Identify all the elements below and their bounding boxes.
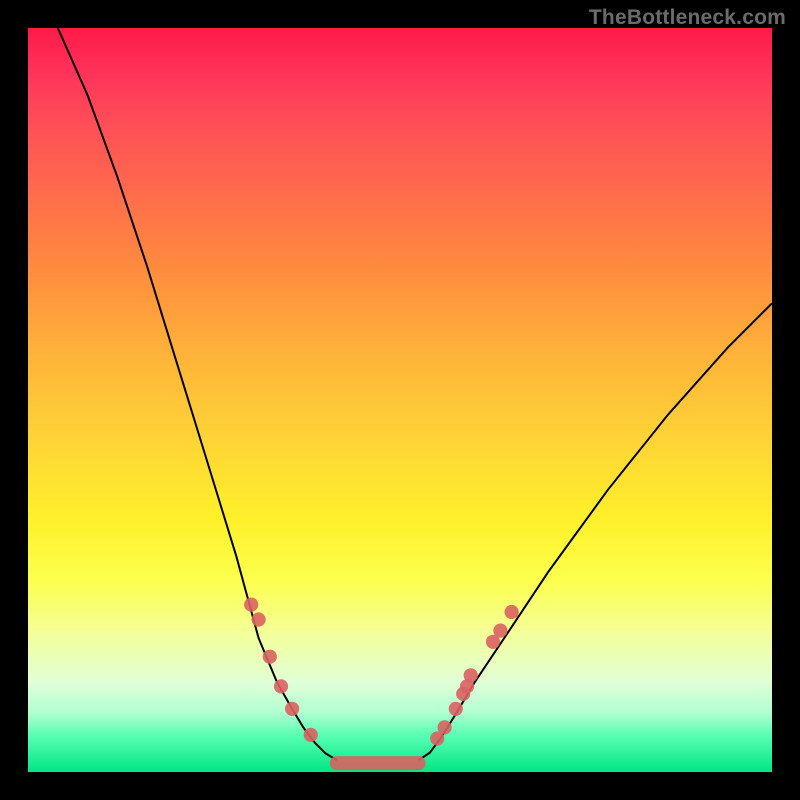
marker-left-2 — [263, 650, 277, 664]
marker-left-4 — [285, 702, 299, 716]
watermark-text: TheBottleneck.com — [589, 6, 786, 30]
marker-left-5 — [304, 728, 318, 742]
marker-right-8 — [505, 605, 519, 619]
plot-area — [28, 28, 772, 772]
marker-left-1 — [252, 612, 266, 626]
marker-right-2 — [449, 702, 463, 716]
marker-right-7 — [493, 624, 507, 638]
curve-left-curve — [58, 28, 337, 760]
chart-frame: TheBottleneck.com — [0, 0, 800, 800]
floor-band — [330, 756, 426, 770]
marker-right-5 — [464, 668, 478, 682]
marker-right-1 — [438, 720, 452, 734]
marker-left-3 — [274, 679, 288, 693]
chart-svg — [28, 28, 772, 772]
marker-left-0 — [244, 598, 258, 612]
